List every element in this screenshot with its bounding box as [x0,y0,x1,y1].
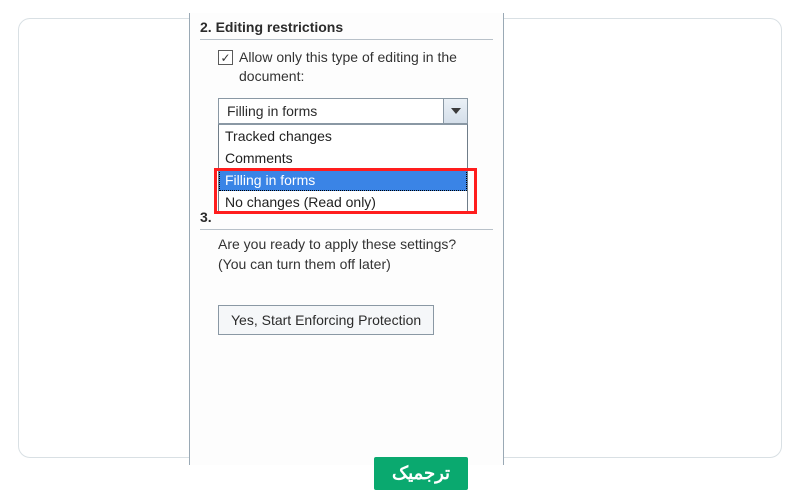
allow-only-row: ✓ Allow only this type of editing in the… [190,48,503,86]
allow-only-checkbox[interactable]: ✓ [218,50,233,65]
section-3-prompt: Are you ready to apply these settings? (… [218,235,485,274]
start-enforcing-button[interactable]: Yes, Start Enforcing Protection [218,305,434,335]
restrict-editing-panel: 2. Editing restrictions ✓ Allow only thi… [189,13,504,465]
section-3-number: 3. [200,209,212,225]
dropdown-option-comments[interactable]: Comments [219,147,467,169]
combobox-value: Filling in forms [219,99,443,123]
brand-badge: ترجمیک [374,457,468,490]
outer-frame: 2. Editing restrictions ✓ Allow only thi… [18,18,782,458]
editing-type-combobox[interactable]: Filling in forms [218,98,468,124]
combobox-dropdown-button[interactable] [443,99,467,123]
dropdown-option-filling-in-forms[interactable]: Filling in forms [219,169,467,191]
editing-type-dropdown: Tracked changes Comments Filling in form… [218,124,468,214]
section-3-divider [200,229,493,230]
checkmark-icon: ✓ [220,52,230,64]
section-2-divider [200,39,493,40]
section-2-title: 2. Editing restrictions [190,13,503,37]
dropdown-option-tracked-changes[interactable]: Tracked changes [219,125,467,147]
chevron-down-icon [451,108,461,114]
editing-type-combo-wrap: Filling in forms Tracked changes Comment… [218,98,468,124]
allow-only-label: Allow only this type of editing in the d… [239,48,491,86]
dropdown-option-no-changes[interactable]: No changes (Read only) [219,191,467,213]
